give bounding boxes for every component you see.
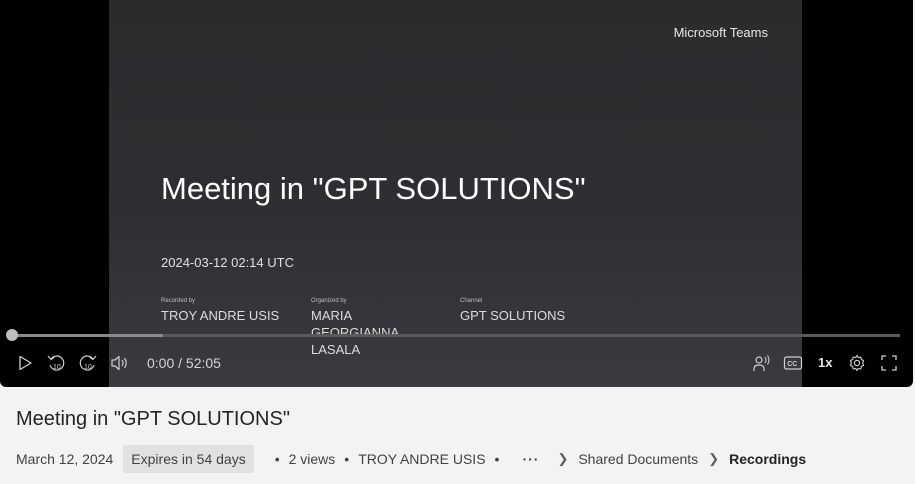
buffered-bar (12, 334, 163, 337)
expiration-badge[interactable]: Expires in 54 days (123, 445, 254, 473)
recorded-by: Recorded by TROY ANDRE USIS (161, 298, 291, 324)
playback-speed-button[interactable]: 1x (818, 355, 832, 370)
more-options-button[interactable]: ··· (522, 451, 539, 467)
recorded-by-value: TROY ANDRE USIS (161, 308, 280, 323)
audio-description-icon[interactable] (750, 353, 772, 373)
separator-dot: • (494, 451, 500, 467)
channel-label: Channel (460, 298, 483, 304)
chevron-right-icon: ❯ (708, 451, 720, 466)
svg-text:CC: CC (787, 361, 797, 368)
play-icon[interactable] (15, 353, 35, 373)
seek-bar[interactable] (6, 329, 900, 341)
closed-captions-icon[interactable]: CC (782, 353, 804, 373)
video-player[interactable]: Microsoft Teams Meeting in "GPT SOLUTION… (0, 0, 913, 387)
channel-value: GPT SOLUTIONS (460, 308, 566, 323)
owner-name[interactable]: TROY ANDRE USIS (358, 451, 485, 467)
channel: Channel GPT SOLUTIONS (460, 298, 590, 324)
forward-10-icon[interactable]: 10 (77, 353, 99, 373)
recording-info-bar: March 12, 2024 Expires in 54 days • 2 vi… (16, 444, 806, 474)
volume-icon[interactable] (109, 353, 131, 373)
separator-dot: • (344, 451, 350, 467)
video-frame: Microsoft Teams Meeting in "GPT SOLUTION… (109, 0, 802, 387)
recorded-by-label: Recorded by (161, 298, 196, 304)
view-count: 2 views (288, 451, 336, 467)
organized-by-label: Organized by (311, 298, 347, 304)
slide-date: 2024-03-12 02:14 UTC (161, 255, 294, 270)
breadcrumb-recordings[interactable]: Recordings (729, 451, 806, 467)
svg-text:10: 10 (84, 364, 92, 371)
gear-icon[interactable] (847, 353, 867, 373)
separator-dot: • (274, 451, 280, 467)
breadcrumb-shared-documents[interactable]: Shared Documents (578, 451, 698, 467)
svg-text:10: 10 (53, 364, 61, 371)
time-display: 0:00 / 52:05 (147, 355, 221, 371)
slide-title: Meeting in "GPT SOLUTIONS" (161, 171, 586, 206)
rewind-10-icon[interactable]: 10 (45, 353, 67, 373)
recording-date: March 12, 2024 (16, 451, 114, 467)
chevron-right-icon: ❯ (557, 451, 569, 466)
recording-title: Meeting in "GPT SOLUTIONS" (16, 408, 290, 430)
organized-by-value: MARIA GEORGIANNA LASALA (311, 308, 399, 357)
organized-by: Organized by MARIA GEORGIANNA LASALA (311, 298, 441, 358)
brand-label: Microsoft Teams (673, 25, 768, 40)
seek-handle[interactable] (6, 329, 18, 341)
fullscreen-icon[interactable] (879, 353, 899, 373)
